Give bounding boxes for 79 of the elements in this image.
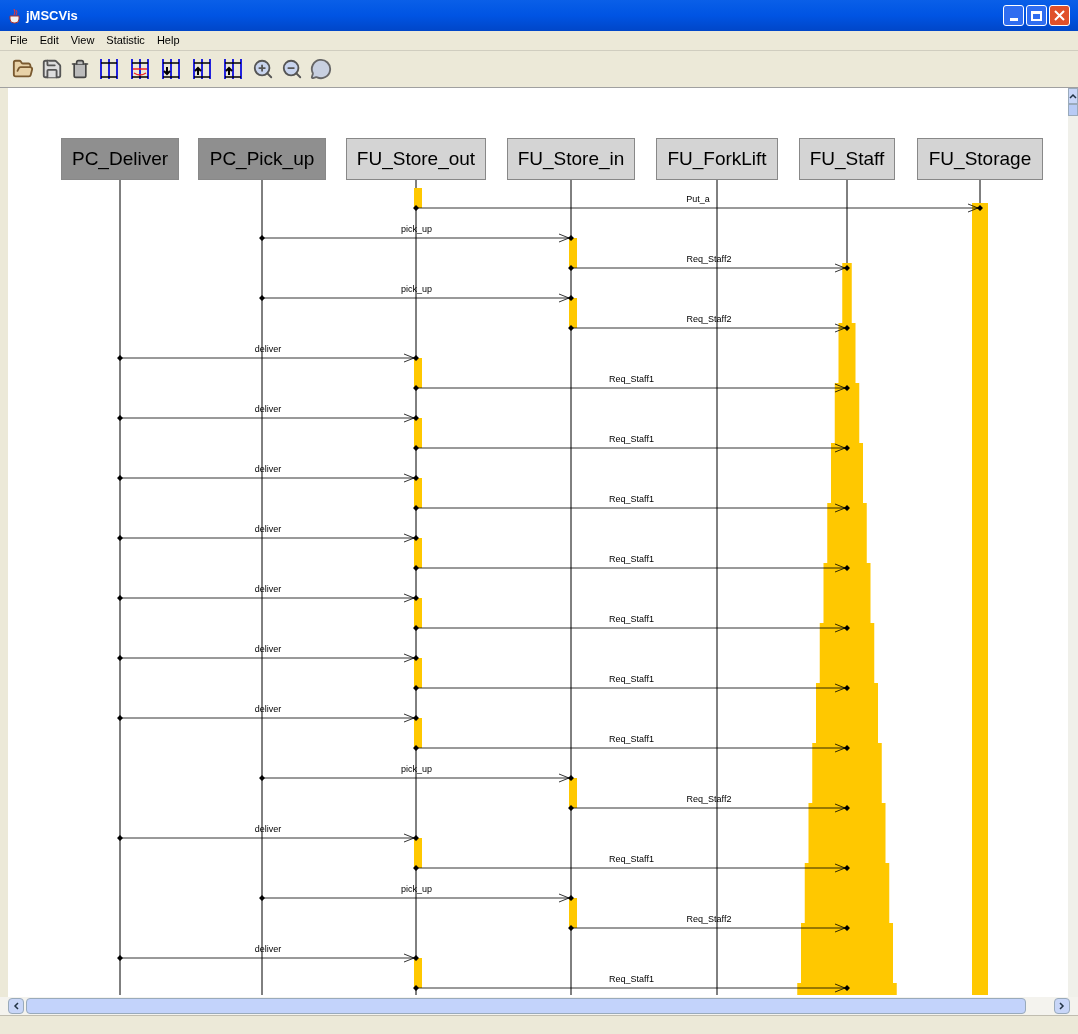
message-label: Req_Staff1: [609, 554, 654, 564]
message-label: pick_up: [401, 884, 432, 894]
message-label: Req_Staff1: [609, 854, 654, 864]
message-label: deliver: [254, 344, 282, 354]
message-label: deliver: [254, 584, 282, 594]
activation-bar: [414, 478, 422, 508]
scroll-left-button[interactable]: [8, 998, 24, 1014]
message-label: deliver: [254, 404, 282, 414]
caret-left-icon: [13, 1002, 19, 1010]
message-label: Req_Staff1: [609, 614, 654, 624]
message-label: Req_Staff1: [609, 674, 654, 684]
activation-bar: [414, 538, 422, 568]
message-label: deliver: [254, 464, 282, 474]
minimize-button[interactable]: [1003, 5, 1024, 26]
activation-bar: [569, 778, 577, 808]
lifelines-merge-icon[interactable]: [97, 57, 121, 81]
scroll-thumb[interactable]: [1068, 104, 1078, 116]
activation-bar: [414, 658, 422, 688]
message-label: deliver: [254, 524, 282, 534]
trash-icon[interactable]: [70, 59, 90, 79]
speech-bubble-icon[interactable]: [310, 58, 332, 80]
message-label: deliver: [254, 944, 282, 954]
activation-bar: [414, 418, 422, 448]
message-label: Req_Staff2: [686, 914, 732, 924]
message-label: pick_up: [401, 284, 432, 294]
instance-box[interactable]: FU_Storage: [917, 138, 1043, 180]
activation-bar: [414, 838, 422, 868]
save-icon[interactable]: [41, 58, 63, 80]
activation-bar: [414, 718, 422, 748]
menu-item[interactable]: View: [64, 32, 101, 49]
message-label: Req_Staff1: [609, 434, 654, 444]
activation-bar: [569, 898, 577, 928]
lifelines-top-icon[interactable]: [221, 57, 245, 81]
menu-item[interactable]: Statistic: [100, 32, 151, 49]
message-label: pick_up: [401, 764, 432, 774]
zoom-in-icon[interactable]: [252, 58, 274, 80]
scroll-thumb[interactable]: [26, 998, 1026, 1014]
activation-bar: [414, 958, 422, 988]
menu-item[interactable]: File: [4, 32, 34, 49]
message-label: Put_a: [686, 194, 710, 204]
message-label: Req_Staff1: [609, 734, 654, 744]
menu-item[interactable]: Edit: [33, 32, 65, 49]
close-icon: [1054, 10, 1065, 21]
maximize-button[interactable]: [1026, 5, 1047, 26]
close-button[interactable]: [1049, 5, 1070, 26]
lifelines-swap-icon[interactable]: [128, 57, 152, 81]
scroll-up-button[interactable]: [1068, 88, 1078, 104]
horizontal-scrollbar[interactable]: [0, 997, 1078, 1015]
caret-up-icon: [1069, 93, 1077, 99]
coffee-cup-icon: [8, 7, 22, 24]
activation-bar: [569, 298, 577, 328]
window-title: jMSCVis: [26, 6, 78, 25]
message-label: Req_Staff1: [609, 374, 654, 384]
menu-item[interactable]: Help: [150, 32, 186, 49]
message-label: Req_Staff2: [686, 314, 732, 324]
caret-right-icon: [1059, 1002, 1065, 1010]
message-label: Req_Staff1: [609, 494, 654, 504]
activation-bar: [414, 188, 422, 208]
activation-bar: [569, 238, 577, 268]
lifelines-up-icon[interactable]: [190, 57, 214, 81]
instance-box[interactable]: FU_Staff: [799, 138, 895, 180]
folder-icon[interactable]: [12, 58, 34, 80]
message-label: Req_Staff1: [609, 974, 654, 984]
message-label: deliver: [254, 644, 282, 654]
message-label: pick_up: [401, 224, 432, 234]
activation-bar: [414, 358, 422, 388]
instance-box[interactable]: FU_Store_in: [507, 138, 635, 180]
scroll-right-button[interactable]: [1054, 998, 1070, 1014]
message-label: Req_Staff2: [686, 254, 732, 264]
message-label: deliver: [254, 824, 282, 834]
instance-box[interactable]: PC_Pick_up: [198, 138, 326, 180]
instance-box[interactable]: PC_Deliver: [61, 138, 179, 180]
lifelines-down-icon[interactable]: [159, 57, 183, 81]
instance-box[interactable]: FU_ForkLift: [656, 138, 778, 180]
instance-box[interactable]: FU_Store_out: [346, 138, 486, 180]
zoom-out-icon[interactable]: [281, 58, 303, 80]
message-label: Req_Staff2: [686, 794, 732, 804]
message-label: deliver: [254, 704, 282, 714]
activation-bar: [414, 598, 422, 628]
